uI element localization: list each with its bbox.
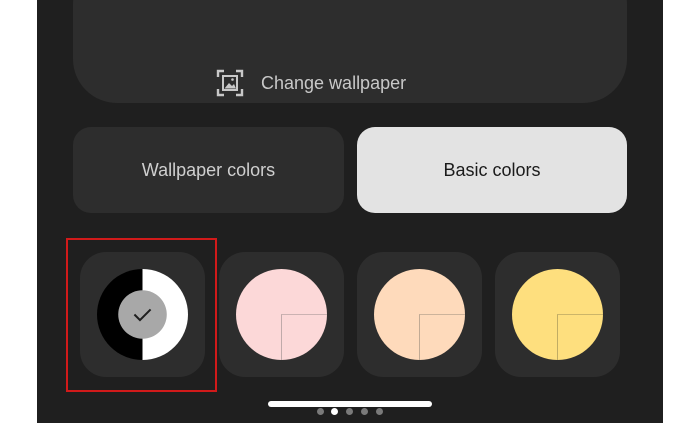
page-indicator — [37, 401, 663, 421]
tab-basic-colors[interactable]: Basic colors — [357, 127, 627, 213]
color-swatch-icon — [374, 269, 465, 360]
tab-wallpaper-colors[interactable]: Wallpaper colors — [73, 127, 344, 213]
swatch-yellow[interactable] — [495, 252, 620, 377]
swatch-pink[interactable] — [219, 252, 344, 377]
page-dot[interactable] — [376, 408, 383, 415]
change-wallpaper-label: Change wallpaper — [261, 72, 407, 93]
change-wallpaper-button[interactable]: Change wallpaper — [215, 68, 406, 98]
tab-basic-colors-label: Basic colors — [443, 159, 541, 180]
image-icon — [216, 69, 244, 97]
page-dot[interactable] — [317, 408, 324, 415]
swatch-peach[interactable] — [357, 252, 482, 377]
color-swatch-icon — [236, 269, 327, 360]
page-indicator-bar — [268, 401, 432, 407]
tab-wallpaper-colors-label: Wallpaper colors — [141, 159, 276, 180]
selection-highlight-box — [66, 238, 217, 392]
page-dot[interactable] — [346, 408, 353, 415]
page-dot-active[interactable] — [331, 408, 338, 415]
color-swatch-icon — [512, 269, 603, 360]
page-dot[interactable] — [361, 408, 368, 415]
